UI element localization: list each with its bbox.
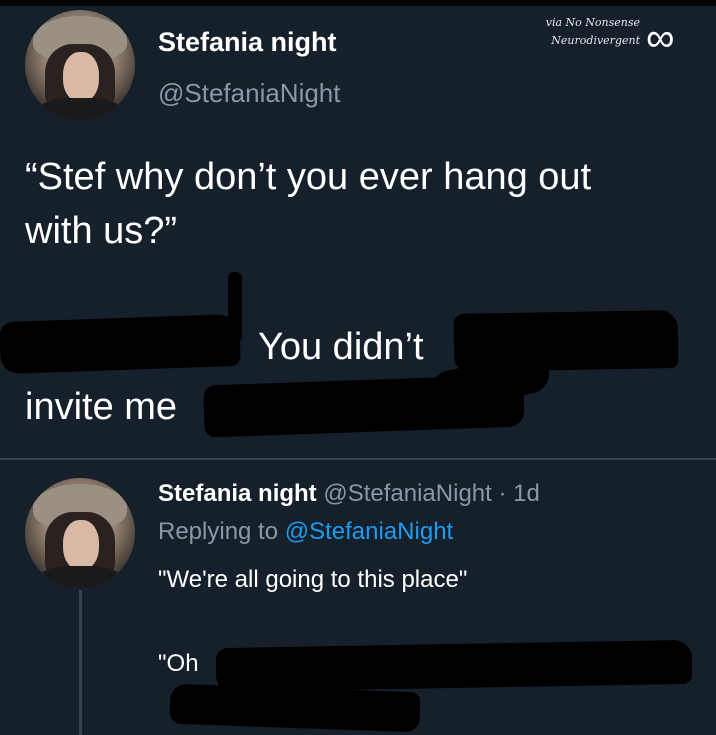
replying-to: Replying to @StefaniaNight (158, 518, 453, 546)
reply-header: Stefania night @StefaniaNight · 1d (158, 480, 540, 508)
replying-handle-link[interactable]: @StefaniaNight (285, 518, 453, 545)
divider (0, 458, 716, 460)
replying-prefix: Replying to (158, 518, 279, 545)
reply-meta[interactable]: @StefaniaNight · 1d (323, 480, 539, 507)
avatar-coat (35, 566, 125, 588)
reply-author-name[interactable]: Stefania night (158, 480, 317, 507)
watermark-line-2: Neurodivergent (551, 34, 640, 47)
watermark-line-1: via No Nonsense (545, 16, 640, 29)
top-bar (0, 0, 716, 6)
infinity-icon: ∞ (646, 16, 675, 60)
avatar-face (63, 520, 99, 570)
redaction-mark (0, 313, 241, 375)
redaction-mark (228, 272, 242, 342)
avatar-coat (35, 98, 125, 120)
watermark: via No Nonsense Neurodivergent (520, 14, 640, 50)
reply-text-line-1: "We're all going to this place" (158, 566, 468, 593)
avatar[interactable] (25, 10, 135, 120)
thread-line (79, 590, 82, 735)
author-name[interactable]: Stefania night (158, 27, 337, 58)
author-handle[interactable]: @StefaniaNight (158, 78, 341, 109)
reply-avatar[interactable] (25, 478, 135, 588)
reply-text-line-2: "Oh (158, 650, 199, 677)
redaction-mark (215, 639, 693, 693)
avatar-face (63, 52, 99, 102)
tweet-text-line-4: invite me (25, 386, 178, 428)
redaction-mark (169, 683, 421, 733)
tweet-text-line-1: “Stef why don’t you ever hang out (25, 156, 592, 198)
tweet-text-line-3: You didn’t (258, 326, 424, 368)
tweet-text-line-2: with us?” (25, 210, 178, 252)
